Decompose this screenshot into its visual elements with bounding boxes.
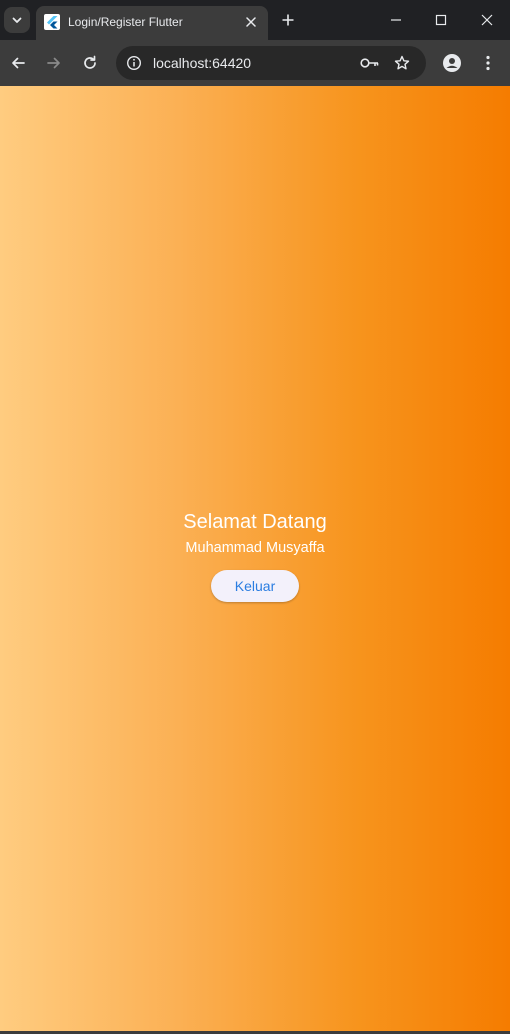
arrow-right-icon (47, 57, 60, 69)
tab-strip: Login/Register Flutter (0, 0, 510, 40)
maximize-icon (435, 14, 447, 26)
info-icon (126, 55, 142, 71)
flutter-icon (44, 14, 60, 30)
maximize-button[interactable] (429, 8, 453, 32)
tab-title: Login/Register Flutter (68, 15, 183, 29)
back-button[interactable] (6, 51, 30, 75)
tab-close-button[interactable] (242, 13, 260, 31)
browser-tab[interactable]: Login/Register Flutter (36, 6, 268, 40)
password-key-button[interactable] (358, 51, 382, 75)
new-tab-button[interactable] (278, 10, 298, 30)
bookmark-button[interactable] (390, 51, 414, 75)
reload-button[interactable] (78, 51, 102, 75)
tab-search-button[interactable] (4, 7, 30, 33)
logout-button[interactable]: Keluar (211, 570, 299, 602)
forward-button[interactable] (42, 51, 66, 75)
user-name: Muhammad Musyaffa (185, 540, 325, 556)
reload-icon (84, 55, 96, 69)
welcome-heading: Selamat Datang (183, 511, 327, 533)
close-window-button[interactable] (475, 8, 499, 32)
close-icon (246, 17, 256, 27)
site-info-button[interactable] (122, 51, 146, 75)
app-page: Selamat Datang Muhammad Musyaffa Keluar (0, 86, 510, 1031)
key-icon (360, 58, 379, 68)
welcome-section: Selamat Datang Muhammad Musyaffa Keluar (0, 510, 510, 602)
browser-menu-button[interactable] (476, 51, 500, 75)
close-icon (481, 14, 493, 26)
browser-toolbar: localhost:64420 (0, 40, 510, 86)
address-bar[interactable]: localhost:64420 (116, 46, 426, 80)
minimize-icon (391, 19, 401, 21)
profile-button[interactable] (440, 51, 464, 75)
arrow-left-icon (12, 57, 25, 69)
chevron-down-icon (12, 17, 22, 23)
profile-icon (443, 54, 461, 72)
plus-icon (282, 14, 294, 26)
kebab-menu-icon (486, 55, 490, 71)
star-icon (394, 55, 410, 70)
minimize-button[interactable] (384, 8, 408, 32)
url-text[interactable]: localhost:64420 (153, 55, 251, 71)
